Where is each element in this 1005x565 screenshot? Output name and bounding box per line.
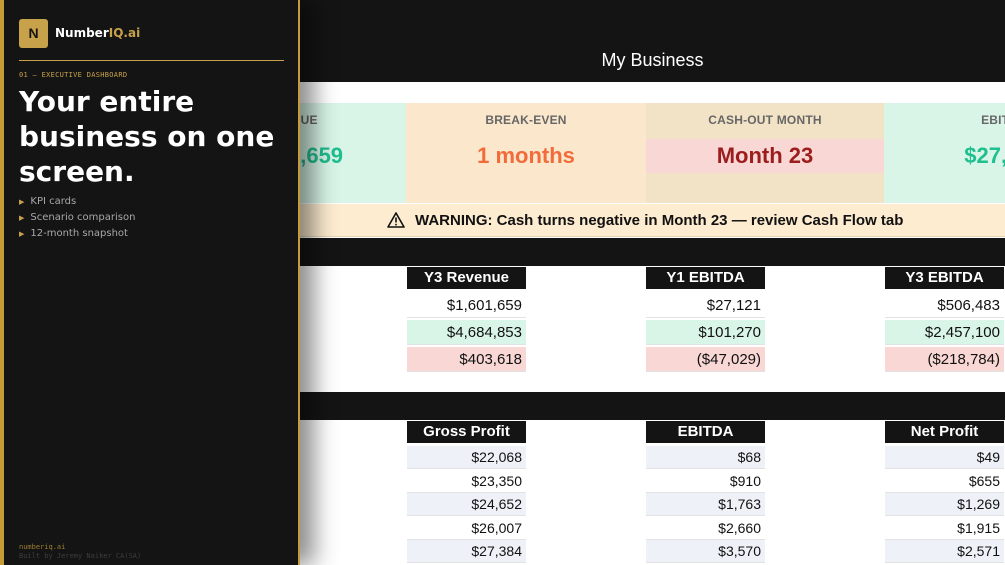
feature-item: ▶ Scenario comparison [19, 210, 135, 226]
scenario-cell[interactable]: ($47,029) [646, 347, 765, 372]
sheet-title: My Business [601, 50, 704, 70]
scenario-cell[interactable]: $1,601,659 [407, 293, 526, 318]
feature-item: ▶ KPI cards [19, 194, 135, 210]
promo-overlay-panel: N NumberIQ.ai 01 — EXECUTIVE DASHBOARD Y… [0, 0, 300, 565]
panel-headline: Your entire business on one screen. [19, 85, 275, 188]
scenario-cell[interactable]: $27,121 [646, 293, 765, 318]
section-eyebrow: 01 — EXECUTIVE DASHBOARD [19, 71, 128, 79]
snapshot-cell[interactable]: $910 [646, 469, 765, 493]
logo-mark: N [19, 19, 48, 48]
scenario-cell[interactable]: $403,618 [407, 347, 526, 372]
kpi-label: BREAK-EVEN [485, 113, 567, 127]
snapshot-cell[interactable]: $23,350 [407, 469, 526, 493]
scenario-cell[interactable]: $4,684,853 [407, 320, 526, 345]
triangle-bullet-icon: ▶ [19, 198, 25, 206]
kpi-value: Month 23 [646, 139, 884, 173]
kpi-card-break-even[interactable]: BREAK-EVEN 1 months [406, 103, 646, 203]
feature-item-label: Scenario comparison [30, 212, 136, 223]
scenario-cell[interactable]: $506,483 [885, 293, 1004, 318]
warning-text: WARNING: Cash turns negative in Month 23… [415, 212, 904, 229]
snapshot-cell[interactable]: $27,384 [407, 540, 526, 563]
snapshot-column-header: Gross Profit [407, 421, 526, 443]
kpi-value: $27,121 [964, 143, 1005, 168]
kpi-value: 1 months [477, 143, 575, 168]
scenario-cell[interactable]: $2,457,100 [885, 320, 1004, 345]
snapshot-column-header: EBITDA [646, 421, 765, 443]
snapshot-cell[interactable]: $1,915 [885, 516, 1004, 540]
feature-list: ▶ KPI cards ▶ Scenario comparison ▶ 12-mont… [19, 194, 135, 242]
snapshot-cell[interactable]: $49 [885, 446, 1004, 469]
scenario-cell[interactable]: ($218,784) [885, 347, 1004, 372]
snapshot-cell[interactable]: $68 [646, 446, 765, 469]
brand-name-accent: IQ.ai [108, 26, 141, 40]
snapshot-cell[interactable]: $3,570 [646, 540, 765, 563]
triangle-bullet-icon: ▶ [19, 214, 25, 222]
triangle-bullet-icon: ▶ [19, 230, 25, 238]
snapshot-cell[interactable]: $655 [885, 469, 1004, 493]
kpi-card-ebitda[interactable]: EBITDA $27,121 [884, 103, 1005, 203]
snapshot-cell[interactable]: $22,068 [407, 446, 526, 469]
warning-triangle-icon [387, 212, 405, 228]
scenario-column-header: Y3 EBITDA [885, 267, 1004, 289]
kpi-label: EBITDA [981, 113, 1005, 127]
scenario-column-header: Y1 EBITDA [646, 267, 765, 289]
footer-url[interactable]: numberiq.ai [19, 543, 65, 551]
snapshot-cell[interactable]: $1,763 [646, 493, 765, 516]
kpi-card-cash-out-month[interactable]: CASH-OUT MONTH Month 23 [646, 103, 884, 203]
footer-credit: Built by Jeremy Naiker CA(SA) [19, 552, 142, 560]
feature-item-label: 12-month snapshot [30, 228, 128, 239]
brand-name-main: Number [55, 26, 109, 40]
scenario-column-header: Y3 Revenue [407, 267, 526, 289]
feature-item-label: KPI cards [30, 196, 77, 207]
panel-divider [19, 60, 284, 61]
scenario-cell[interactable]: $101,270 [646, 320, 765, 345]
snapshot-cell[interactable]: $2,660 [646, 516, 765, 540]
snapshot-column-header: Net Profit [885, 421, 1004, 443]
snapshot-cell[interactable]: $24,652 [407, 493, 526, 516]
feature-item: ▶ 12-month snapshot [19, 226, 135, 242]
brand-name: NumberIQ.ai [55, 26, 140, 40]
snapshot-cell[interactable]: $1,269 [885, 493, 1004, 516]
kpi-label: CASH-OUT MONTH [708, 113, 822, 127]
snapshot-cell[interactable]: $26,007 [407, 516, 526, 540]
snapshot-cell[interactable]: $2,571 [885, 540, 1004, 563]
